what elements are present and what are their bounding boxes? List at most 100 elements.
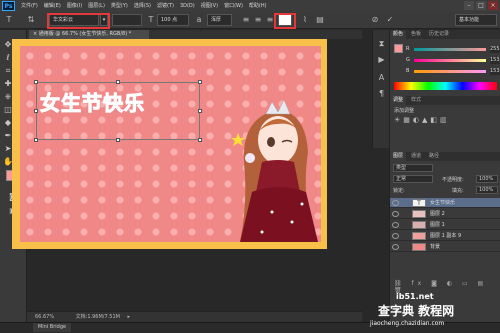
panel-foreground-swatch[interactable] [394,44,403,53]
star-icon [231,133,245,146]
layers-panel-tabs: 图层 通道 路径 [390,152,500,161]
adjust-hint: 添加调整 [394,108,415,114]
color-spectrum[interactable] [394,82,497,90]
blend-mode-select[interactable]: 正常 [393,175,433,183]
menu-image[interactable]: 图像(I) [64,0,85,12]
watermark-line1: ib51.net [396,292,434,301]
close-button[interactable]: × [488,1,498,10]
actions-panel-icon[interactable]: ▶ [376,54,387,65]
paragraph-panel-icon[interactable]: ¶ [376,88,387,99]
menu-type[interactable]: 类型(Y) [108,0,131,12]
align-center-icon[interactable]: ≡ [253,15,263,25]
menu-filter[interactable]: 滤镜(T) [154,0,177,12]
antialias-icon: a [196,15,202,24]
color-swatch-highlight [274,13,296,29]
history-panel-icon[interactable]: ⧗ [376,38,387,49]
transform-handle[interactable] [198,138,202,142]
character-panel-icon[interactable]: ▤ [315,15,325,25]
g-value[interactable]: 153 [490,57,500,64]
g-slider[interactable] [414,59,486,62]
status-menu-icon[interactable]: ▸ [128,314,131,320]
tab-channels[interactable]: 通道 [408,152,424,161]
menu-edit[interactable]: 编辑(E) [41,0,64,12]
layer-row[interactable]: 图层 2 [390,209,500,219]
b-value[interactable]: 153 [490,68,500,75]
tab-history[interactable]: 历史记录 [426,30,452,39]
photoshop-logo: Ps [2,1,15,11]
character-panel-icon[interactable]: A [376,72,387,83]
transform-handle[interactable] [116,138,120,142]
antialias-select[interactable]: 浑厚 [207,14,232,26]
warp-text-icon[interactable]: ⌇ [300,15,310,25]
menu-help[interactable]: 帮助(H) [246,0,270,12]
layer-row[interactable]: 图层 1 [390,220,500,230]
transform-handle[interactable] [34,109,38,113]
cancel-icon[interactable]: ⊘ [370,15,380,25]
r-slider[interactable] [414,48,486,51]
align-left-icon[interactable]: ≡ [241,15,251,25]
b-slider[interactable] [414,70,486,73]
menu-layer[interactable]: 图层(L) [85,0,108,12]
font-size-input[interactable]: 100 点 [157,14,189,26]
zoom-level[interactable]: 66.67% [35,314,54,320]
text-orientation-icon[interactable]: ⇅ [26,15,36,25]
visibility-eye-icon[interactable] [392,222,399,228]
commit-icon[interactable]: ✓ [385,15,395,25]
menu-select[interactable]: 选择(S) [131,0,154,12]
visibility-eye-icon[interactable] [392,211,399,217]
fill-label: 填充: [452,188,464,194]
transform-handle[interactable] [198,80,202,84]
document-tab[interactable]: × 通用版 @ 66.7% (女生节快乐, RGB/8) * [29,30,149,39]
adjustment-icons[interactable]: ☀▦◐▲◧▥ [394,116,494,136]
visibility-eye-icon[interactable] [392,200,399,206]
layer-name[interactable]: 图层 2 [430,209,445,219]
tab-paths[interactable]: 路径 [426,152,442,161]
panel-icon-dock: ⧗ ▶ A ¶ [372,30,389,148]
minimize-button[interactable]: – [464,1,474,10]
b-label: B [406,68,410,74]
layer-name[interactable]: 背景 [430,242,440,252]
fill-input[interactable]: 100% [476,186,498,194]
layer-action-icons[interactable]: ⛓ fx ◙ ◐ ▭ ▤ 🗑 [394,280,494,294]
transform-handle[interactable] [34,138,38,142]
layer-row[interactable]: 背景 [390,242,500,252]
transform-handle[interactable] [34,80,38,84]
transform-handle[interactable] [116,80,120,84]
g-label: G [406,57,410,63]
font-style-select[interactable] [112,14,142,26]
lock-label: 锁定: [393,188,405,194]
menu-3d[interactable]: 3D(D) [177,0,198,12]
status-bar: 66.67% 文档:1.96M/7.51M ▸ [27,311,362,322]
transform-handle[interactable] [198,109,202,113]
layer-row[interactable]: 图层 1 副本 9 [390,231,500,241]
tab-color[interactable]: 颜色 [390,30,407,39]
layer-thumbnail [412,210,426,218]
type-tool-icon[interactable]: T [4,15,14,25]
princess-illustration [240,99,318,242]
maximize-button[interactable]: □ [476,1,486,10]
menu-file[interactable]: 文件(F) [18,0,41,12]
opacity-input[interactable]: 100% [476,175,498,183]
menu-view[interactable]: 视图(V) [198,0,221,12]
r-value[interactable]: 255 [490,46,500,53]
layer-name[interactable]: 图层 1 [430,220,445,230]
workspace-select[interactable]: 基本功能 [455,14,497,26]
layer-name[interactable]: 图层 1 副本 9 [430,231,461,241]
font-family-highlight [47,13,110,29]
kind-label: 类型 [396,165,407,171]
tab-styles[interactable]: 样式 [408,96,424,105]
tab-layers[interactable]: 图层 [390,152,407,161]
blend-mode-label: 正常 [396,176,407,182]
layer-row[interactable]: T 女生节快乐 [390,198,500,208]
banner-text[interactable]: 女生节快乐 [40,87,145,116]
document-tab-bar: × 通用版 @ 66.7% (女生节快乐, RGB/8) * [27,30,362,39]
menu-window[interactable]: 窗口(W) [221,0,246,12]
visibility-eye-icon[interactable] [392,244,399,250]
watermark-line3: jiaocheng.chazidian.com [370,320,445,327]
layer-kind-filter[interactable]: 类型 [393,164,433,172]
layer-name[interactable]: 女生节快乐 [430,198,455,208]
visibility-eye-icon[interactable] [392,233,399,239]
tab-swatches[interactable]: 色板 [408,30,424,39]
tab-adjustments[interactable]: 调整 [390,96,407,105]
mini-bridge-tab[interactable]: Mini Bridge [33,323,71,332]
